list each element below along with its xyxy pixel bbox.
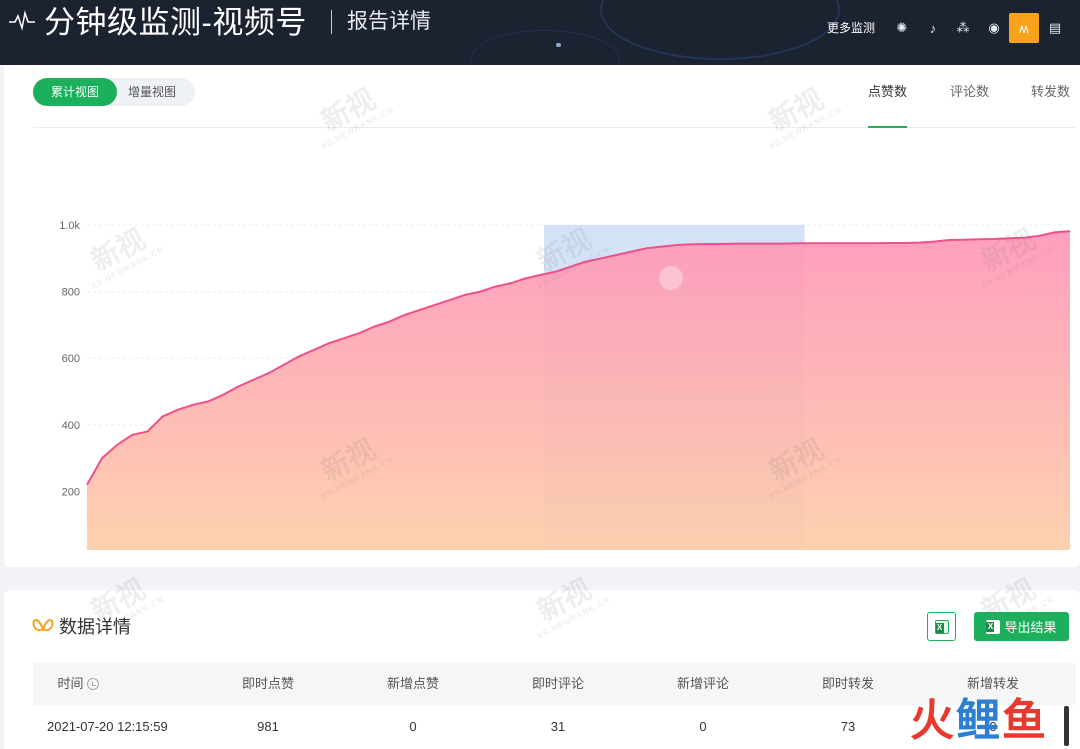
excel-icon: X <box>986 619 1001 634</box>
cell-instant-comments: 31 <box>550 719 566 734</box>
more-monitoring-link[interactable]: 更多监测 <box>827 19 875 37</box>
cell-new-comments: 0 <box>699 719 707 734</box>
channels-logo-icon <box>32 619 54 632</box>
trend-card: 累计视图 增量视图 点赞数 评论数 转发数 02004006008001.0k <box>4 65 1080 567</box>
section-title: 数据详情 <box>59 617 131 637</box>
view-toggle: 累计视图 增量视图 <box>33 78 195 106</box>
column-header: 新增点赞 <box>386 676 439 691</box>
excel-button[interactable]: X <box>927 612 956 641</box>
incremental-view-button[interactable]: 增量视图 <box>117 78 187 106</box>
header-decoration <box>556 43 561 47</box>
top-bar: 分钟级监测-视频号 报告详情 更多监测 ✺ ♪ ⁂ ◉ ʍ ▤ <box>0 0 1080 65</box>
page-title: 报告详情 <box>347 10 431 33</box>
douyin-icon[interactable]: ♪ <box>918 13 948 43</box>
channels-icon[interactable]: ʍ <box>1009 13 1039 43</box>
title-divider <box>331 10 332 34</box>
weibo-icon[interactable]: ◉ <box>979 13 1009 43</box>
y-tick-label: 600 <box>62 353 80 365</box>
clock-icon <box>86 678 99 690</box>
export-button[interactable]: X 导出结果 <box>974 612 1069 641</box>
cell-instant-shares: 73 <box>840 719 856 734</box>
corner-brand-logo: 火鲤鱼 <box>910 696 1048 745</box>
excel-icon: X <box>934 619 949 634</box>
cell-time: 2021-07-20 12:15:59 <box>47 719 168 734</box>
cell-new-likes: 0 <box>409 719 417 734</box>
column-header: 即时转发 <box>821 676 874 691</box>
column-header[interactable]: 时间 <box>33 663 123 705</box>
cell-instant-likes: 981 <box>257 719 279 734</box>
scrollbar[interactable] <box>1064 706 1069 746</box>
column-header: 新增评论 <box>676 676 729 691</box>
tab-likes[interactable]: 点赞数 <box>868 83 907 101</box>
export-button-label: 导出结果 <box>1004 620 1057 635</box>
waveform-icon <box>9 10 35 31</box>
tab-shares[interactable]: 转发数 <box>1031 83 1070 101</box>
column-header: 即时评论 <box>531 676 584 691</box>
column-header: 即时点赞 <box>241 676 294 691</box>
likes-area <box>87 231 1070 550</box>
likes-chart: 02004006008001.0k <box>59 220 1071 550</box>
wechat-icon[interactable]: ✺ <box>887 13 917 43</box>
app-title: 分钟级监测-视频号 <box>44 5 307 40</box>
header-decoration <box>600 0 840 60</box>
tab-comments[interactable]: 评论数 <box>950 83 989 101</box>
y-tick-label: 200 <box>62 486 80 498</box>
tab-divider <box>33 127 1076 128</box>
kuaishou-icon[interactable]: ⁂ <box>948 13 978 43</box>
active-tab-indicator <box>868 126 907 128</box>
book-icon[interactable]: ▤ <box>1040 13 1070 43</box>
y-tick-label: 400 <box>62 420 80 432</box>
y-tick-label: 1.0k <box>59 220 80 232</box>
header-decoration <box>470 30 620 65</box>
cumulative-view-button[interactable]: 累计视图 <box>33 78 117 106</box>
watermark-logo-icon <box>659 266 683 290</box>
y-tick-label: 800 <box>62 287 80 299</box>
